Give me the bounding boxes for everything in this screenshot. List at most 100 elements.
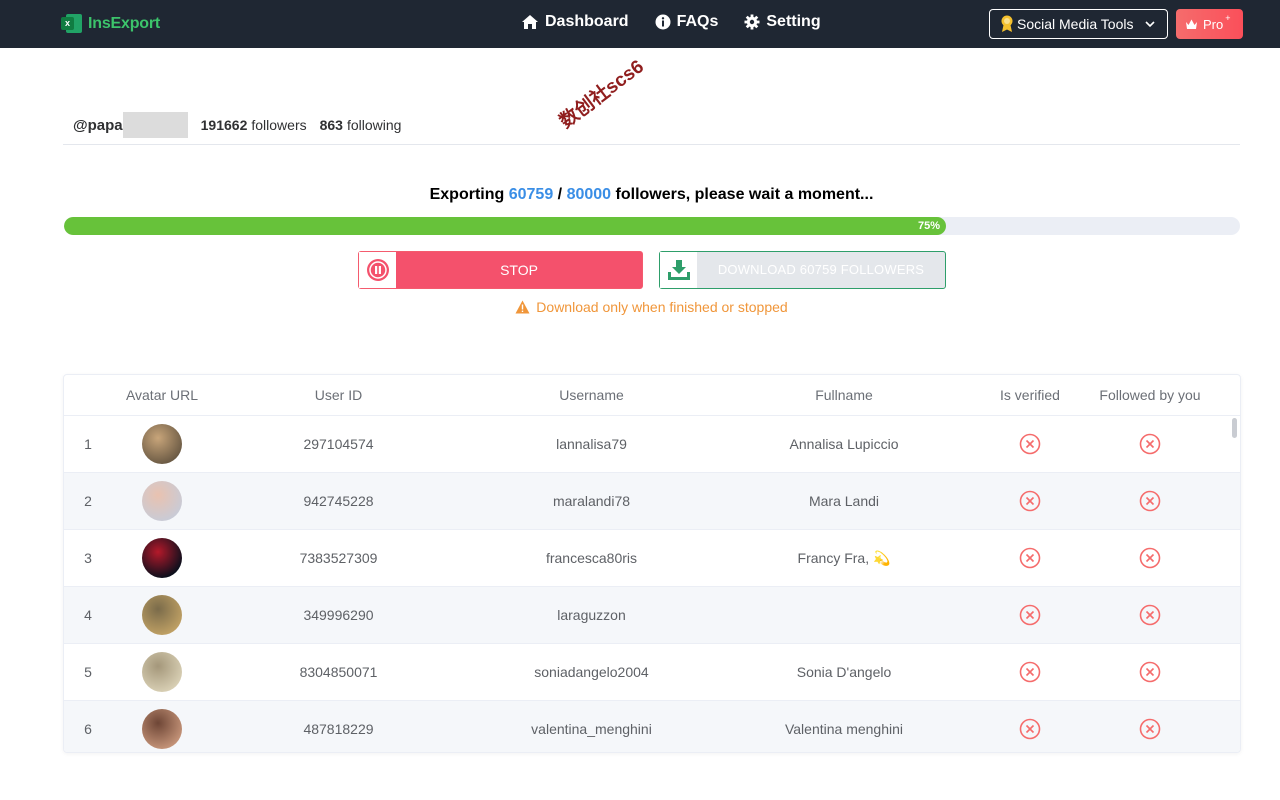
avatar[interactable] [142, 424, 182, 464]
social-media-tools-dropdown[interactable]: Social Media Tools [989, 9, 1168, 39]
header-fullname[interactable]: Fullname [718, 387, 970, 403]
not-verified-x-icon [1019, 604, 1041, 626]
section-divider [63, 144, 1240, 145]
main-nav: Dashboard FAQs Setting [521, 13, 821, 31]
avatar[interactable] [142, 709, 182, 749]
avatar[interactable] [142, 538, 182, 578]
table-body: 1 297104574 lannalisa79 Annalisa Lupiccio 2 9… [64, 416, 1240, 752]
user-id-cell: 8304850071 [299, 664, 378, 680]
avatar-cell [112, 481, 212, 521]
stop-button[interactable]: STOP [358, 251, 643, 289]
pro-upgrade-button[interactable]: Pro + [1176, 9, 1243, 39]
brand[interactable]: x InsExport [61, 13, 160, 34]
user-id-cell: 7383527309 [299, 550, 378, 566]
table-scrollbar[interactable] [1232, 418, 1237, 438]
row-index: 3 [84, 550, 92, 566]
table-row[interactable]: 2 942745228 maralandi78 Mara Landi [64, 473, 1240, 530]
not-verified-x-icon [1019, 433, 1041, 455]
warning-text: Download only when finished or stopped [536, 299, 788, 315]
not-followed-x-icon [1139, 661, 1161, 683]
header-is-verified[interactable]: Is verified [970, 387, 1090, 403]
not-followed-x-icon [1139, 718, 1161, 740]
not-verified-x-icon [1019, 718, 1041, 740]
stop-icon-box [359, 252, 396, 288]
username-cell: soniadangelo2004 [534, 664, 649, 680]
download-label: DOWNLOAD 60759 FOLLOWERS [717, 262, 925, 277]
export-prefix: Exporting [429, 186, 505, 203]
is-verified-cell [970, 490, 1090, 512]
nav-faqs[interactable]: FAQs [655, 13, 719, 31]
user-id-cell: 349996290 [303, 607, 374, 623]
header-avatar-url[interactable]: Avatar URL [112, 387, 212, 403]
row-index: 2 [84, 493, 92, 509]
info-icon [655, 14, 671, 30]
user-id-cell: 297104574 [303, 436, 374, 452]
is-verified-cell [970, 661, 1090, 683]
is-verified-cell [970, 433, 1090, 455]
table-row[interactable]: 6 487818229 valentina_menghini Valentina me… [64, 701, 1240, 752]
is-verified-cell [970, 604, 1090, 626]
export-status-message: Exporting 60759 / 80000 followers, pleas… [0, 186, 1280, 204]
pro-plus-sup: + [1225, 13, 1231, 23]
following-count: 863 [319, 117, 343, 133]
export-suffix: followers, please wait a moment... [615, 186, 874, 203]
header-followed-by-you[interactable]: Followed by you [1090, 387, 1210, 403]
pro-label: Pro [1203, 16, 1224, 32]
followed-by-you-cell [1090, 547, 1210, 569]
export-progress-bar: 75% [64, 217, 1240, 235]
followers-label: followers [251, 117, 307, 133]
excel-logo-icon: x [61, 13, 82, 34]
followers-count: 191662 [200, 117, 248, 133]
crown-basket-icon [1186, 19, 1197, 29]
row-index: 4 [84, 607, 92, 623]
header-user-id[interactable]: User ID [212, 387, 465, 403]
table-row[interactable]: 3 7383527309 francesca80ris Francy Fra, 💫 [64, 530, 1240, 587]
download-icon-box [660, 252, 697, 288]
followed-by-you-cell [1090, 604, 1210, 626]
username-cell: valentina_menghini [531, 721, 652, 737]
table-header: Avatar URL User ID Username Fullname Is … [64, 375, 1240, 416]
top-navbar: x InsExport Dashboard FAQs Setting Socia… [0, 0, 1280, 48]
warning-triangle-icon [515, 300, 530, 314]
avatar[interactable] [142, 595, 182, 635]
chevron-down-icon [1145, 20, 1155, 27]
username-cell: laraguzzon [557, 607, 626, 623]
followed-by-you-cell [1090, 718, 1210, 740]
nav-faqs-label: FAQs [676, 13, 719, 30]
header-username[interactable]: Username [465, 387, 718, 403]
fullname-cell: Sonia D'angelo [796, 664, 892, 680]
row-index: 5 [84, 664, 92, 680]
avatar-cell [112, 709, 212, 749]
download-followers-button[interactable]: DOWNLOAD 60759 FOLLOWERS [659, 251, 946, 289]
export-total-count: 80000 [566, 186, 612, 203]
avatar-cell [112, 595, 212, 635]
progress-percent: 75% [917, 220, 940, 232]
nav-dashboard[interactable]: Dashboard [521, 13, 629, 31]
avatar-cell [112, 538, 212, 578]
username-cell: lannalisa79 [556, 436, 627, 452]
followed-by-you-cell [1090, 490, 1210, 512]
redacted-handle-block [122, 112, 188, 138]
export-done-count: 60759 [508, 186, 554, 203]
avatar-cell [112, 424, 212, 464]
table-row[interactable]: 1 297104574 lannalisa79 Annalisa Lupiccio [64, 416, 1240, 473]
table-row[interactable]: 5 8304850071 soniadangelo2004 Sonia D'angel… [64, 644, 1240, 701]
avatar[interactable] [142, 652, 182, 692]
username-cell: maralandi78 [552, 493, 631, 509]
download-warning: Download only when finished or stopped [0, 299, 1280, 315]
progress-fill: 75% [64, 217, 946, 235]
pause-circle-icon [366, 259, 389, 281]
tools-label: Social Media Tools [1017, 16, 1134, 32]
nav-setting[interactable]: Setting [744, 13, 821, 31]
fullname-cell: Valentina menghini [784, 721, 904, 737]
profile-handle: @papa [73, 116, 123, 134]
table-row[interactable]: 4 349996290 laraguzzon [64, 587, 1240, 644]
not-verified-x-icon [1019, 490, 1041, 512]
nav-dashboard-label: Dashboard [545, 13, 629, 30]
avatar[interactable] [142, 481, 182, 521]
followed-by-you-cell [1090, 433, 1210, 455]
download-tray-icon [667, 260, 690, 280]
not-followed-x-icon [1139, 604, 1161, 626]
watermark-stamp: 数创社scs6 [556, 56, 648, 133]
profile-summary: @papa 191662 followers 863 following [73, 112, 401, 138]
